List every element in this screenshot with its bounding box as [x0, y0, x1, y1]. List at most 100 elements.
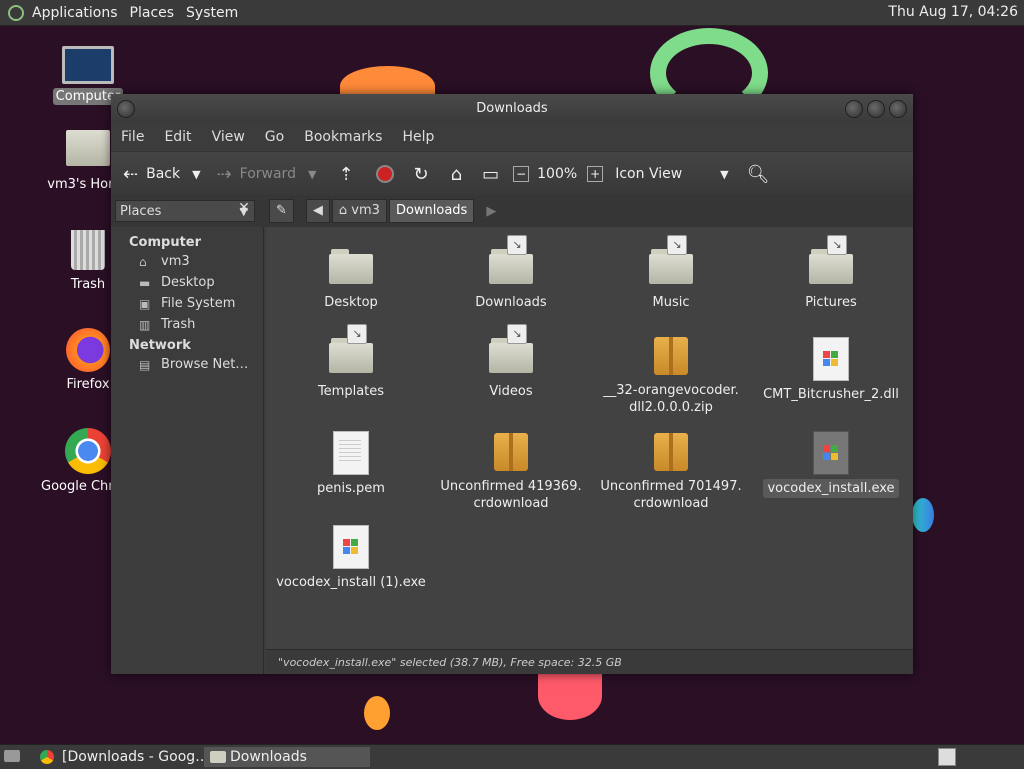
desktop-decoration: [538, 672, 602, 720]
zoom-label: 100%: [537, 166, 578, 182]
stop-icon: [375, 165, 394, 183]
archive-icon: [654, 433, 688, 471]
file-name: Videos: [489, 384, 533, 399]
folder-link-icon: ↘: [649, 235, 693, 284]
zoom-in-button[interactable]: +: [587, 166, 604, 182]
executable-icon: [333, 525, 369, 569]
file-manager-window: Downloads File Edit View Go Bookmarks He…: [111, 94, 913, 674]
reload-button[interactable]: ↻: [414, 164, 437, 185]
places-sidebar: Computer ⌂ vm3 ▬ Desktop ▣ File System ▥ Tra…: [111, 227, 264, 674]
home-button[interactable]: ⌂: [451, 164, 470, 185]
task-file-manager[interactable]: Downloads: [204, 747, 370, 767]
close-sidebar-icon[interactable]: ✕: [233, 200, 255, 216]
chevron-down-icon[interactable]: ▼: [192, 168, 200, 181]
breadcrumb-item-downloads[interactable]: Downloads: [388, 199, 475, 223]
menu-file[interactable]: File: [121, 129, 144, 145]
executable-icon: [813, 337, 849, 381]
folder-link-icon: ↘: [489, 235, 533, 284]
system-menu[interactable]: System: [186, 5, 238, 21]
view-mode-select[interactable]: Icon View ▼: [615, 166, 728, 182]
zoom-out-icon: −: [513, 166, 530, 182]
minimize-button[interactable]: [845, 100, 863, 118]
view-mode-label: Icon View: [615, 166, 683, 182]
chevron-down-icon: ▼: [720, 167, 729, 181]
task-chrome-downloads[interactable]: [Downloads - Goog…: [36, 747, 228, 767]
places-menu[interactable]: Places: [130, 5, 175, 21]
symlink-icon: ↘: [827, 235, 847, 255]
file-name: Downloads: [475, 295, 547, 310]
folder-link-icon: ↘: [329, 324, 373, 373]
window-menu-button[interactable]: [117, 100, 135, 118]
menu-view[interactable]: View: [212, 129, 245, 145]
breadcrumb-left-icon[interactable]: ◀: [305, 199, 330, 223]
file-item-videos[interactable]: ↘ Videos: [431, 324, 591, 401]
archive-icon: [654, 337, 688, 375]
applications-menu[interactable]: Applications: [32, 5, 118, 21]
menu-edit[interactable]: Edit: [164, 129, 191, 145]
sidebar-item-file-system[interactable]: ▣ File System: [139, 296, 263, 311]
file-item-orangevocoder-zip[interactable]: __32-orangevocoder. dll2.0.0.0.zip: [591, 337, 751, 417]
desktop-icon: ▬: [139, 275, 151, 290]
file-item-vocodex-install[interactable]: vocodex_install.exe: [751, 431, 911, 498]
desktop-icon-label: Firefox: [66, 377, 110, 392]
menu-go[interactable]: Go: [265, 129, 284, 145]
home-icon: ⌂: [450, 163, 463, 185]
edit-location-icon[interactable]: ✎: [269, 199, 294, 223]
workspace-switcher-icon[interactable]: [938, 748, 956, 766]
file-name: Unconfirmed 701497. crdownload: [600, 479, 742, 511]
menu-logo-icon[interactable]: [8, 4, 24, 21]
computer-button[interactable]: ▭: [482, 164, 507, 185]
computer-icon: [62, 46, 114, 84]
search-button[interactable]: 🔍︎: [747, 164, 778, 185]
reload-icon: ↻: [413, 163, 429, 185]
taskbar: [Downloads - Goog… Downloads: [0, 744, 1024, 769]
zoom-level[interactable]: 100%: [537, 166, 577, 182]
sidebar-item-label: File System: [161, 296, 236, 311]
file-item-downloads[interactable]: ↘ Downloads: [431, 235, 591, 312]
file-view[interactable]: Desktop ↘ Downloads ↘ Music ↘ Pictures ↘…: [266, 227, 913, 649]
desktop-decoration: [912, 498, 934, 532]
back-arrow-icon: ⇠: [123, 163, 139, 185]
maximize-button[interactable]: [867, 100, 885, 118]
symlink-icon: ↘: [507, 324, 527, 344]
desktop-decoration: [364, 696, 390, 730]
close-button[interactable]: [889, 100, 907, 118]
menu-help[interactable]: Help: [402, 129, 434, 145]
breadcrumb-item-vm3[interactable]: ⌂ vm3: [331, 199, 387, 223]
trash-icon: ▥: [139, 317, 151, 332]
up-arrow-icon: ⇡: [338, 163, 354, 185]
file-item-cmt-bitcrusher[interactable]: CMT_Bitcrusher_2.dll: [751, 337, 911, 404]
back-button[interactable]: ⇠ Back ▼: [123, 164, 201, 185]
sidebar-item-browse-network[interactable]: ▤ Browse Net…: [139, 357, 263, 372]
file-item-music[interactable]: ↘ Music: [591, 235, 751, 312]
breadcrumb-right-icon[interactable]: ▶: [486, 204, 496, 219]
file-name: Pictures: [805, 295, 857, 310]
chevron-down-icon[interactable]: ▼: [308, 168, 316, 181]
clock[interactable]: Thu Aug 17, 04:26: [888, 4, 1018, 20]
sidebar-item-vm3[interactable]: ⌂ vm3: [139, 254, 263, 269]
forward-button[interactable]: ⇢ Forward ▼: [217, 164, 317, 185]
sidebar-item-trash[interactable]: ▥ Trash: [139, 317, 263, 332]
window-titlebar[interactable]: Downloads: [111, 94, 913, 123]
symlink-icon: ↘: [507, 235, 527, 255]
drive-icon: ▣: [139, 296, 151, 311]
breadcrumb-label: Downloads: [395, 203, 468, 218]
computer-icon: ▭: [482, 163, 500, 185]
sidebar-heading-computer: Computer: [129, 235, 202, 250]
file-item-templates[interactable]: ↘ Templates: [271, 324, 431, 401]
task-label: [Downloads - Goog…: [62, 749, 210, 765]
file-item-unconfirmed-701497[interactable]: Unconfirmed 701497. crdownload: [591, 433, 751, 513]
file-item-vocodex-install-1[interactable]: vocodex_install (1).exe: [271, 525, 431, 592]
stop-button[interactable]: [375, 165, 394, 183]
file-item-unconfirmed-419369[interactable]: Unconfirmed 419369. crdownload: [431, 433, 591, 513]
show-desktop-icon[interactable]: [4, 750, 20, 762]
up-button[interactable]: ⇡: [338, 164, 361, 185]
zoom-out-button[interactable]: −: [513, 166, 530, 182]
file-item-desktop[interactable]: Desktop: [271, 249, 431, 312]
menu-bookmarks[interactable]: Bookmarks: [304, 129, 382, 145]
sidebar-item-desktop[interactable]: ▬ Desktop: [139, 275, 263, 290]
file-item-pictures[interactable]: ↘ Pictures: [751, 235, 911, 312]
file-name: vocodex_install (1).exe: [276, 575, 426, 590]
file-name: __32-orangevocoder. dll2.0.0.0.zip: [603, 383, 739, 415]
file-item-pem[interactable]: penis.pem: [271, 431, 431, 498]
